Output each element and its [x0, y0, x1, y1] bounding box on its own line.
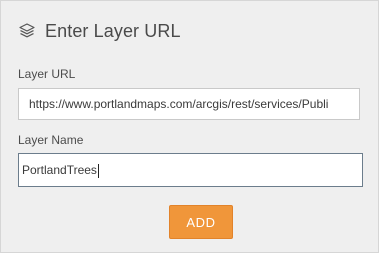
add-layer-panel: Enter Layer URL Layer URL https://www.po… [0, 0, 379, 253]
layers-icon [18, 22, 36, 40]
add-button[interactable]: ADD [169, 205, 233, 239]
layer-name-input[interactable]: PortlandTrees [18, 153, 363, 187]
text-caret [97, 163, 99, 178]
layer-name-label: Layer Name [18, 133, 84, 147]
panel-title: Enter Layer URL [45, 20, 181, 41]
layer-name-value: PortlandTrees [22, 163, 97, 177]
layer-url-value: https://www.portlandmaps.com/arcgis/rest… [29, 97, 329, 111]
panel-header: Enter Layer URL [18, 19, 181, 43]
layer-url-input[interactable]: https://www.portlandmaps.com/arcgis/rest… [18, 88, 360, 120]
layer-url-label: Layer URL [18, 67, 76, 81]
